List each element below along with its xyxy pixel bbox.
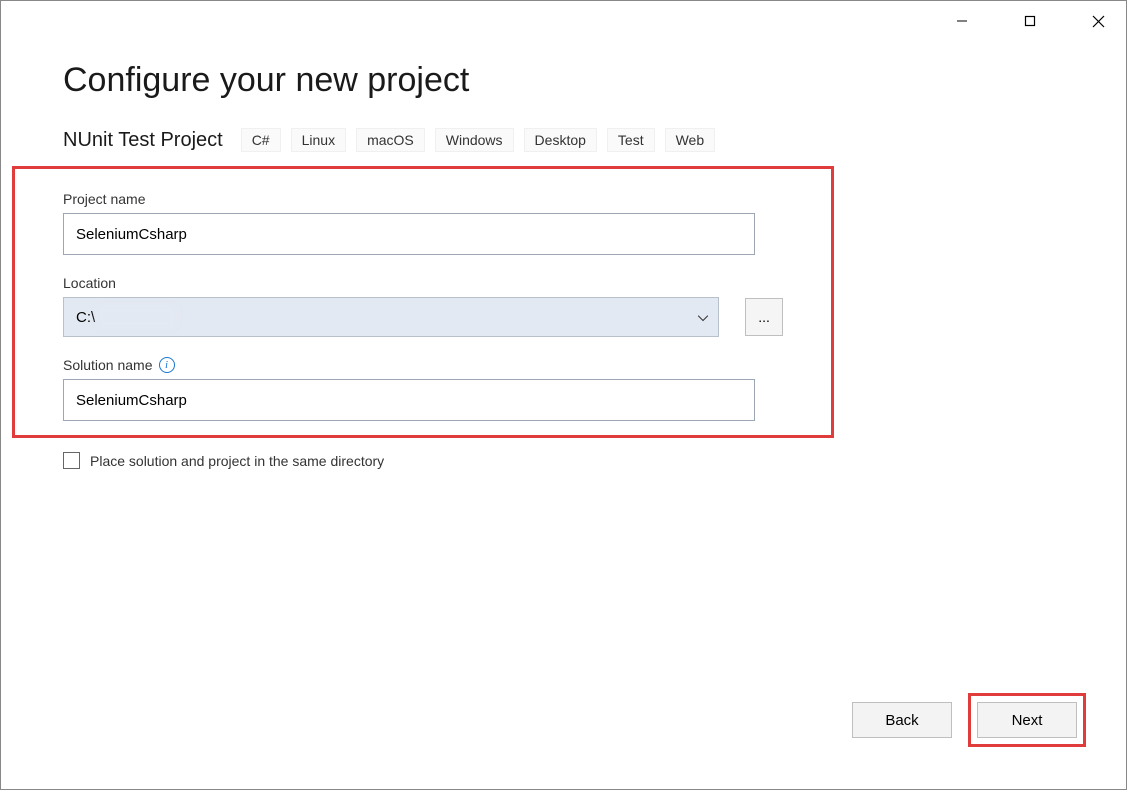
location-value: C:\	[76, 309, 95, 326]
tag-test: Test	[607, 128, 655, 152]
tag-linux: Linux	[291, 128, 346, 152]
solution-name-label-text: Solution name	[63, 357, 153, 373]
tag-list: C# Linux macOS Windows Desktop Test Web	[241, 128, 715, 152]
tag-macos: macOS	[356, 128, 425, 152]
project-name-label: Project name	[63, 191, 783, 207]
location-label: Location	[63, 275, 783, 291]
same-directory-row: Place solution and project in the same d…	[63, 452, 1064, 469]
location-row: C:\ ...	[63, 297, 783, 337]
template-name: NUnit Test Project	[63, 129, 223, 152]
info-icon[interactable]: i	[159, 357, 175, 373]
fields-highlight: Project name Location C:\ ... Solution n…	[12, 166, 834, 438]
project-name-input[interactable]	[63, 213, 755, 255]
close-button[interactable]	[1078, 7, 1118, 35]
same-directory-checkbox[interactable]	[63, 452, 80, 469]
solution-name-input[interactable]	[63, 379, 755, 421]
tag-web: Web	[665, 128, 716, 152]
next-highlight: Next	[968, 693, 1086, 747]
dialog-content: Configure your new project NUnit Test Pr…	[1, 1, 1126, 469]
solution-name-label: Solution name i	[63, 357, 783, 373]
maximize-button[interactable]	[1010, 7, 1050, 35]
chevron-down-icon	[698, 309, 708, 326]
location-redacted	[97, 306, 177, 328]
minimize-icon	[956, 15, 968, 27]
page-title: Configure your new project	[63, 61, 1064, 100]
tag-desktop: Desktop	[524, 128, 597, 152]
template-row: NUnit Test Project C# Linux macOS Window…	[63, 128, 1064, 152]
same-directory-label: Place solution and project in the same d…	[90, 453, 384, 469]
maximize-icon	[1024, 15, 1036, 27]
window-controls	[942, 7, 1118, 35]
location-dropdown[interactable]: C:\	[63, 297, 719, 337]
dialog-footer: Back Next	[852, 693, 1086, 747]
next-button[interactable]: Next	[977, 702, 1077, 738]
tag-csharp: C#	[241, 128, 281, 152]
close-icon	[1092, 15, 1105, 28]
back-button[interactable]: Back	[852, 702, 952, 738]
browse-button[interactable]: ...	[745, 298, 783, 336]
tag-windows: Windows	[435, 128, 514, 152]
minimize-button[interactable]	[942, 7, 982, 35]
